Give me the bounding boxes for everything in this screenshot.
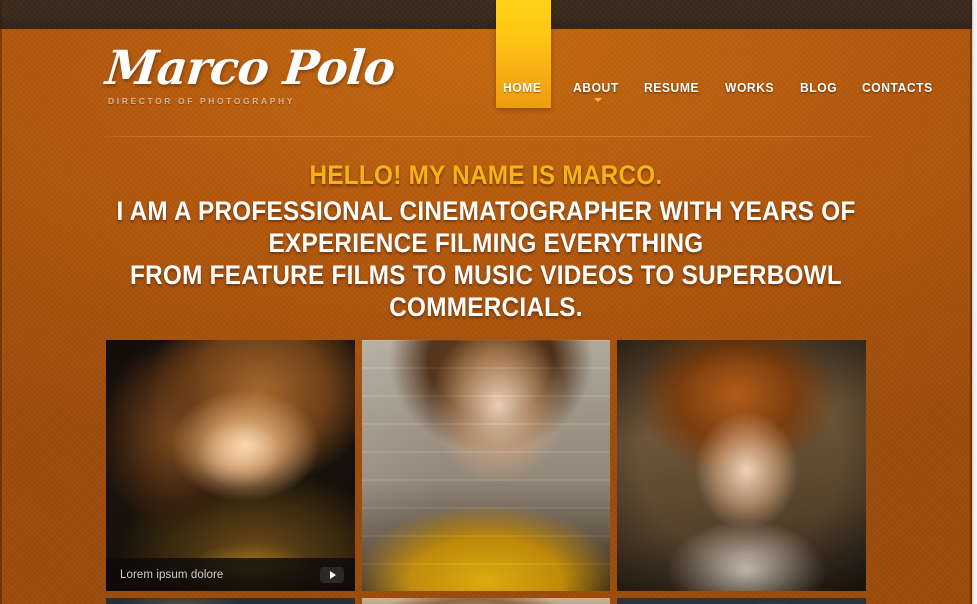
- nav-cell-resume[interactable]: RESUME: [644, 78, 703, 95]
- scrollbar-gutter[interactable]: [972, 0, 977, 604]
- play-icon[interactable]: [319, 566, 344, 583]
- gallery-photo-3: [617, 340, 867, 591]
- nav-cell-home[interactable]: HOME: [496, 78, 551, 95]
- hero-subtitle: I AM A PROFESSIONAL CINEMATOGRAPHER WITH…: [49, 195, 924, 323]
- gallery-photo-5: [361, 598, 611, 604]
- nav-item-contacts[interactable]: CONTACTS: [862, 78, 933, 95]
- portfolio-gallery: Lorem ipsum dolore: [106, 340, 867, 604]
- chevron-down-icon[interactable]: [593, 98, 602, 102]
- hero-subtitle-line-2: FROM FEATURE FILMS TO MUSIC VIDEOS TO SU…: [129, 260, 843, 322]
- gallery-tile-3[interactable]: [617, 340, 867, 591]
- gallery-tile-2[interactable]: [361, 340, 611, 591]
- logo-tagline: Director of Photography: [108, 96, 295, 106]
- main-navigation[interactable]: HOME ABOUT RESUME WORKS BLOG CONTACTS: [496, 78, 938, 108]
- site-logo[interactable]: Marco Polo Director of Photography: [103, 41, 426, 106]
- nav-cell-blog[interactable]: BLOG: [800, 78, 840, 95]
- gallery-row-1: Lorem ipsum dolore: [106, 340, 867, 591]
- nav-cell-contacts[interactable]: CONTACTS: [862, 78, 938, 95]
- gallery-photo-6: [617, 598, 867, 604]
- gallery-tile-6[interactable]: [617, 598, 867, 604]
- gallery-tile-5[interactable]: [361, 598, 611, 604]
- gallery-caption-text-1: Lorem ipsum dolore: [120, 568, 224, 581]
- nav-item-about[interactable]: ABOUT: [573, 78, 619, 95]
- gallery-caption-1: Lorem ipsum dolore: [106, 558, 355, 591]
- site-header: Marco Polo Director of Photography HOME …: [0, 0, 972, 140]
- nav-cell-works[interactable]: WORKS: [725, 78, 778, 95]
- hero-subtitle-line-1: I AM A PROFESSIONAL CINEMATOGRAPHER WITH…: [116, 196, 856, 258]
- gallery-tile-1[interactable]: Lorem ipsum dolore: [106, 340, 355, 591]
- site-viewport: Marco Polo Director of Photography HOME …: [0, 0, 972, 604]
- gallery-photo-1: [106, 340, 355, 591]
- header-divider: [106, 136, 871, 137]
- nav-cell-about[interactable]: ABOUT: [573, 78, 622, 102]
- gallery-photo-2: [361, 340, 611, 591]
- nav-item-blog[interactable]: BLOG: [800, 78, 837, 95]
- gallery-row-2: [106, 598, 867, 604]
- page-root: Marco Polo Director of Photography HOME …: [0, 0, 977, 604]
- gallery-photo-4: [106, 598, 355, 604]
- nav-item-resume[interactable]: RESUME: [644, 78, 699, 95]
- nav-item-works[interactable]: WORKS: [725, 78, 774, 95]
- logo-wordmark: Marco Polo: [103, 41, 398, 96]
- hero-title: HELLO! MY NAME IS MARCO.: [309, 160, 663, 190]
- play-triangle-glyph: [329, 570, 336, 579]
- nav-item-home[interactable]: HOME: [503, 78, 542, 95]
- gallery-tile-4[interactable]: [106, 598, 355, 604]
